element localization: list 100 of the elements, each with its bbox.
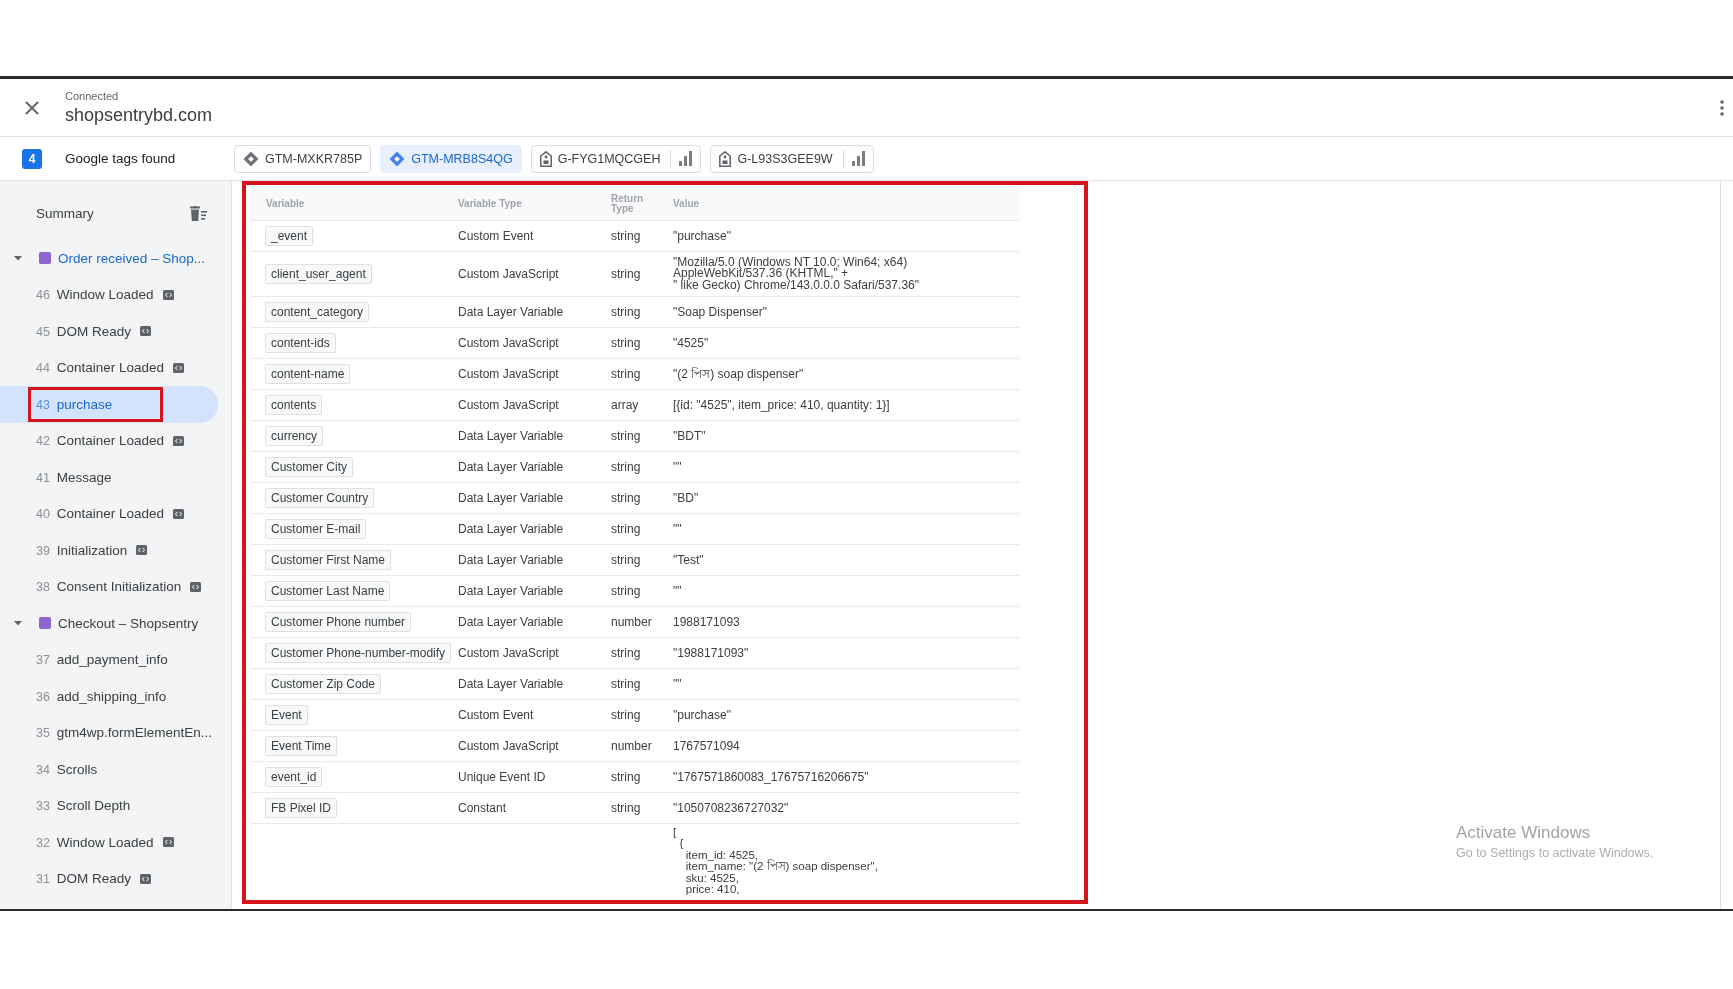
event-list-item[interactable]: 39 Initialization <box>0 532 218 569</box>
variable-name: Customer Phone-number-modify <box>265 643 452 663</box>
event-list-item[interactable]: 36 add_shipping_info <box>0 678 218 715</box>
return-type-cell: string <box>604 482 666 514</box>
event-list-item[interactable]: 37 add_payment_info <box>0 641 218 678</box>
value-cell: 1988171093 <box>666 606 1020 638</box>
variable-name: Customer Last Name <box>265 581 391 601</box>
group-header[interactable]: Order received – Shop... <box>0 240 231 277</box>
variable-type-cell: Data Layer Variable <box>451 544 604 576</box>
variable-type-cell: Data Layer Variable <box>451 513 604 545</box>
value-cell: "purchase" <box>666 699 1020 731</box>
value-cell: 1767571094 <box>666 730 1020 762</box>
return-type-cell: string <box>604 575 666 607</box>
variable-name: Customer Phone number <box>265 612 412 632</box>
return-type-cell: number <box>604 606 666 638</box>
value-cell: "BD" <box>666 482 1020 514</box>
event-list-item[interactable]: 31 DOM Ready <box>0 860 218 897</box>
more-icon <box>1720 99 1724 116</box>
variable-type-cell: Data Layer Variable <box>451 606 604 638</box>
value-cell: "Soap Dispenser" <box>666 296 1020 328</box>
event-list-item[interactable]: 42 Container Loaded <box>0 422 218 459</box>
tag-icon <box>539 150 552 167</box>
variable-type-cell: Custom JavaScript <box>451 730 604 762</box>
variable-type-cell: Constant <box>451 792 604 824</box>
tag-tab[interactable]: GTM-MRB8S4QG <box>380 144 522 173</box>
value-cell: "Test" <box>666 544 1020 576</box>
return-type-cell: string <box>604 699 666 731</box>
variable-type-cell: Custom JavaScript <box>451 251 604 297</box>
variable-name: currency <box>265 426 323 446</box>
event-list-item[interactable]: 40 Container Loaded <box>0 495 218 532</box>
value-cell: "purchase" <box>666 220 1020 251</box>
variable-type-cell: Custom JavaScript <box>451 389 604 421</box>
variable-name: contents <box>265 395 323 415</box>
variable-type-cell: Custom JavaScript <box>451 637 604 669</box>
return-type-cell: string <box>604 792 666 824</box>
variable-name: client_user_agent <box>265 263 372 284</box>
value-cell: "" <box>666 451 1020 483</box>
clear-button[interactable] <box>190 205 207 221</box>
event-list-item[interactable]: 34 Scrolls <box>0 751 218 788</box>
square-icon <box>39 252 51 265</box>
variable-name: Customer E-mail <box>265 519 367 539</box>
value-cell: "Mozilla/5.0 (Windows NT 10.0; Win64; x64) AppleWebKit/537.36 (KHTML," + " like Gecko) Chrome/143.0.0.0 Safari/537.36" <box>666 251 1020 297</box>
return-type-cell: string <box>604 451 666 483</box>
variable-type-cell: Data Layer Variable <box>451 482 604 514</box>
event-list-item[interactable]: 32 Window Loaded <box>0 824 218 861</box>
variable-type-cell: Custom JavaScript <box>451 327 604 359</box>
variable-name: Customer First Name <box>265 550 392 570</box>
return-type-cell: string <box>604 637 666 669</box>
variable-type-cell: Data Layer Variable <box>451 668 604 700</box>
bar-chart-icon <box>679 151 693 166</box>
value-cell: "4525" <box>666 327 1020 359</box>
variable-name: content_category <box>265 302 370 322</box>
diamond-icon <box>243 150 259 167</box>
variable-type-cell: Unique Event ID <box>451 761 604 793</box>
site-domain: shopsentrybd.com <box>65 104 213 126</box>
bar-chart-icon <box>851 151 865 166</box>
value-cell: [ { item_id: 4525, item_name: "(2 পিস) soap dispenser", sku: 4525, price: 410, <box>666 823 1020 896</box>
event-list-item[interactable]: 45 DOM Ready <box>0 313 218 350</box>
column-header: Return Type <box>604 189 666 220</box>
return-type-cell: string <box>604 220 666 251</box>
return-type-cell: string <box>604 296 666 328</box>
tag-tab[interactable]: GTM-MXKR785P <box>234 144 372 173</box>
variable-type-cell: Data Layer Variable <box>451 575 604 607</box>
variable-name: content-name <box>265 364 351 384</box>
event-list-item[interactable]: 41 Message <box>0 459 218 496</box>
value-cell: "" <box>666 513 1020 545</box>
tag-icon <box>719 150 732 167</box>
variable-name: Customer Zip Code <box>265 674 382 694</box>
variable-type-cell: Custom Event <box>451 220 604 251</box>
activation-notice-title: Activate Windows <box>1456 823 1592 843</box>
variable-name: Event Time <box>265 736 338 756</box>
tag-tab[interactable]: G-L93S3GEE9W <box>710 144 874 173</box>
value-cell: "1050708236727032" <box>666 792 1020 824</box>
column-header: Variable Type <box>451 189 604 220</box>
return-type-cell: string <box>604 327 666 359</box>
value-cell: "BDT" <box>666 420 1020 452</box>
value-cell: "(2 পিস) soap dispenser" <box>666 358 1020 390</box>
event-list-item[interactable]: 46 Window Loaded <box>0 276 218 313</box>
event-list-item[interactable]: 35 gtm4wp.formElementEn... <box>0 714 218 751</box>
square-icon <box>39 617 51 630</box>
event-list-item[interactable]: 44 Container Loaded <box>0 349 218 386</box>
group-header[interactable]: Checkout – Shopsentry <box>0 605 231 642</box>
return-type-cell: string <box>604 668 666 700</box>
tag-tab[interactable]: G-FYG1MQCGEH <box>530 144 702 173</box>
variable-type-cell: Data Layer Variable <box>451 420 604 452</box>
column-header: Value <box>666 189 1020 220</box>
variable-name: event_id <box>265 767 323 787</box>
event-list-item[interactable]: 33 Scroll Depth <box>0 787 218 824</box>
event-list-item[interactable]: 38 Consent Initialization <box>0 568 218 605</box>
value-cell: "1988171093" <box>666 637 1020 669</box>
return-type-cell: string <box>604 251 666 297</box>
value-cell: "" <box>666 575 1020 607</box>
return-type-cell: number <box>604 730 666 762</box>
event-list-item[interactable]: 43 purchase <box>0 386 218 423</box>
summary-link[interactable]: Summary <box>36 205 94 221</box>
variable-type-cell: Custom JavaScript <box>451 358 604 390</box>
variable-type-cell: Data Layer Variable <box>451 296 604 328</box>
return-type-cell: string <box>604 761 666 793</box>
tag-count: 4 <box>22 148 42 169</box>
connection-status: Connected <box>65 89 120 103</box>
